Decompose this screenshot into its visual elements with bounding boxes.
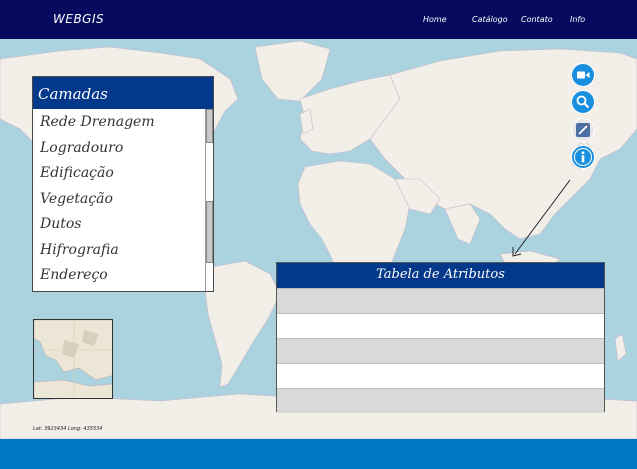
attribute-table: Tabela de Atributos bbox=[276, 262, 605, 413]
attribute-table-title: Tabela de Atributos bbox=[277, 263, 604, 288]
layer-item-hifrografia[interactable]: Hifrografia bbox=[33, 237, 205, 263]
layers-panel: Camadas Rede Drenagem Logradouro Edifica… bbox=[32, 76, 214, 292]
table-row[interactable] bbox=[277, 388, 604, 413]
minimap-canvas bbox=[34, 320, 112, 398]
search-icon[interactable] bbox=[571, 90, 595, 114]
table-row[interactable] bbox=[277, 313, 604, 338]
draw-icon[interactable] bbox=[571, 118, 595, 142]
layer-item-logradouro[interactable]: Logradouro bbox=[33, 135, 205, 161]
layers-scroll-thumb[interactable] bbox=[206, 109, 213, 143]
table-row[interactable] bbox=[277, 288, 604, 313]
layers-scroll-handle[interactable] bbox=[206, 201, 213, 263]
footer-bar bbox=[0, 439, 637, 469]
layer-item-vegetacao[interactable]: Vegetação bbox=[33, 186, 205, 212]
info-icon[interactable] bbox=[571, 145, 595, 169]
nav-link-contato[interactable]: Contato bbox=[521, 15, 553, 24]
layer-item-rede-drenagem[interactable]: Rede Drenagem bbox=[33, 109, 205, 135]
table-row[interactable] bbox=[277, 338, 604, 363]
layers-list: Rede Drenagem Logradouro Edificação Vege… bbox=[33, 109, 205, 288]
layer-item-dutos[interactable]: Dutos bbox=[33, 211, 205, 237]
layers-title: Camadas bbox=[33, 77, 213, 109]
layer-item-endereco[interactable]: Endereço bbox=[33, 262, 205, 288]
table-row[interactable] bbox=[277, 363, 604, 388]
minimap[interactable] bbox=[33, 319, 113, 399]
layers-scrollbar[interactable] bbox=[205, 109, 213, 291]
top-navbar: WEBGIS Home Catálogo Contato Info bbox=[0, 0, 637, 39]
brand-logo[interactable]: WEBGIS bbox=[53, 12, 104, 26]
nav-link-catalogo[interactable]: Catálogo bbox=[472, 15, 508, 24]
coordinates-readout: Lat: 3923434 Long: 435534 bbox=[33, 426, 103, 432]
video-camera-icon[interactable] bbox=[571, 63, 595, 87]
layer-item-edificacao[interactable]: Edificação bbox=[33, 160, 205, 186]
nav-link-home[interactable]: Home bbox=[423, 15, 447, 24]
nav-link-info[interactable]: Info bbox=[570, 15, 585, 24]
